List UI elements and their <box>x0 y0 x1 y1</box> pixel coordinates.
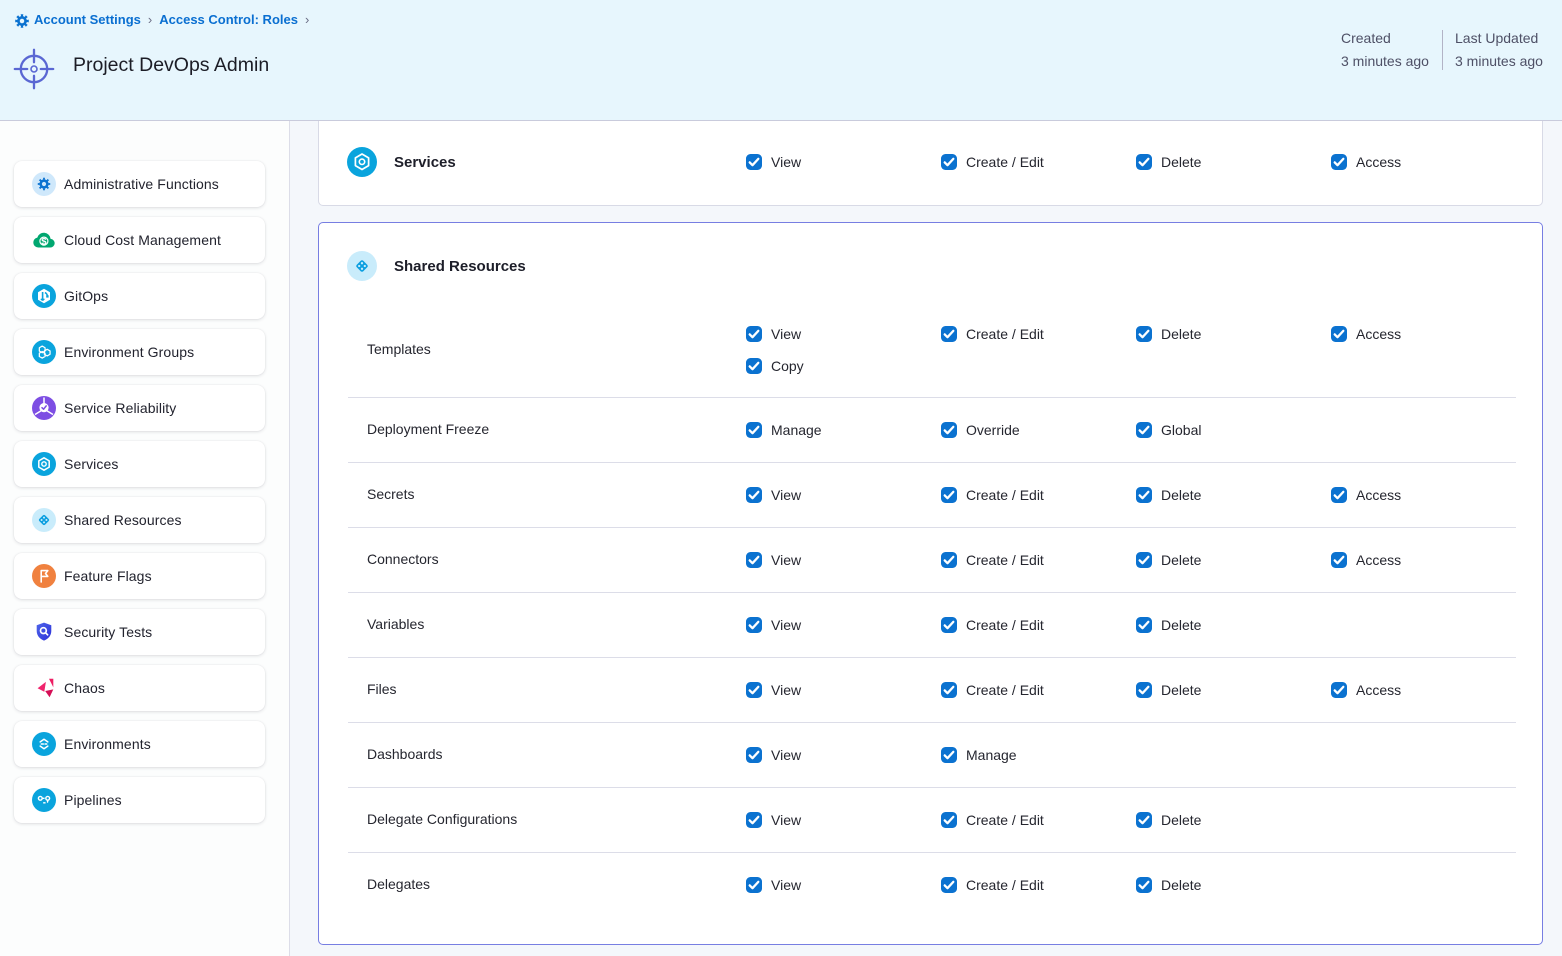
svg-text:$: $ <box>41 236 47 247</box>
